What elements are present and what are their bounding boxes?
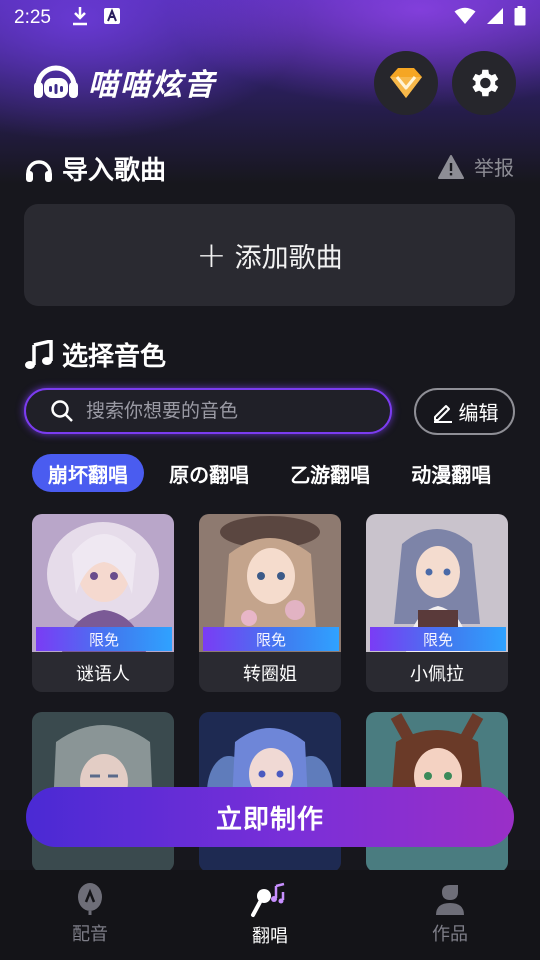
free-badge: 限免 (370, 627, 506, 651)
warning-icon (438, 154, 464, 179)
download-icon (71, 6, 89, 31)
voice-name: 谜语人 (76, 664, 130, 685)
search-input[interactable] (86, 400, 366, 422)
settings-button[interactable] (452, 51, 516, 115)
edit-button[interactable]: 编辑 (414, 388, 515, 435)
voice-card-3[interactable]: 限免 小佩拉 (366, 514, 508, 692)
battery-icon (514, 5, 526, 31)
status-time: 2:25 (14, 7, 51, 28)
app-title: 喵喵炫音 (88, 68, 216, 103)
music-note-icon (25, 339, 53, 369)
voice-title-text: 选择音色 (62, 342, 167, 372)
headphone-logo-icon (32, 60, 80, 104)
nav-label-dubbing: 配音 (72, 924, 108, 945)
vip-button[interactable] (374, 51, 438, 115)
plus-icon: + (196, 234, 227, 276)
import-title-text: 导入歌曲 (62, 156, 167, 186)
signal-icon (486, 7, 504, 30)
edit-pen-icon (433, 404, 452, 423)
tab-honkai[interactable]: 崩坏翻唱 (32, 454, 144, 492)
free-badge: 限免 (36, 627, 172, 651)
nav-item-works[interactable]: 作品 (360, 870, 540, 960)
app-header: 喵喵炫音 (32, 60, 216, 104)
add-song-label: 添加歌曲 (234, 242, 343, 274)
report-label: 举报 (474, 156, 514, 180)
voice-name: 小佩拉 (410, 664, 464, 685)
tab-otome[interactable]: 乙游翻唱 (274, 454, 386, 492)
status-bar: 2:25 (0, 0, 540, 36)
free-badge: 限免 (203, 627, 339, 651)
nav-label-cover: 翻唱 (252, 926, 288, 947)
wifi-icon (454, 7, 476, 30)
gear-icon (472, 69, 499, 97)
create-now-button[interactable]: 立即制作 (26, 787, 514, 847)
singing-mic-icon (251, 882, 285, 917)
voice-name: 转圈姐 (243, 664, 297, 685)
tab-genshin[interactable]: 原の翻唱 (153, 454, 265, 492)
search-icon (51, 400, 73, 422)
nav-label-works: 作品 (432, 924, 468, 945)
voice-section-title: 选择音色 (24, 336, 166, 373)
headphones-icon (26, 159, 52, 182)
user-profile-icon (436, 885, 464, 915)
diamond-icon (390, 68, 422, 98)
nav-item-dubbing[interactable]: 配音 (0, 870, 180, 960)
voice-search-box[interactable] (24, 388, 392, 434)
font-icon (103, 7, 121, 30)
bottom-navigation: 配音 翻唱 作品 (0, 870, 540, 960)
voice-card-2[interactable]: 限免 转圈姐 (199, 514, 341, 692)
nav-item-cover[interactable]: 翻唱 (180, 870, 360, 960)
tab-anime[interactable]: 动漫翻唱 (395, 454, 507, 492)
microphone-icon (78, 883, 102, 915)
edit-label: 编辑 (458, 401, 499, 425)
report-link[interactable]: 举报 (438, 152, 514, 181)
import-section-title: 导入歌曲 (24, 150, 166, 187)
add-song-button[interactable]: + 添加歌曲 (24, 204, 515, 306)
voice-category-tabs: 崩坏翻唱 原の翻唱 乙游翻唱 动漫翻唱 (32, 454, 540, 494)
voice-card-1[interactable]: 限免 谜语人 (32, 514, 174, 692)
